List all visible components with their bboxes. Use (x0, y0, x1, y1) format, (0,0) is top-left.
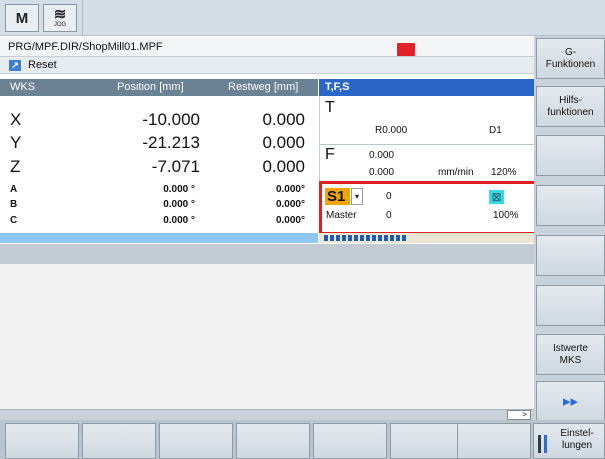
axis-name-a: A (10, 184, 18, 195)
axis-position-c: 0.000 ° (163, 215, 195, 226)
section-divider (0, 244, 534, 264)
axes-header: WKS Position [mm] Restweg [mm] (0, 79, 318, 96)
jog-label: JOG (53, 22, 67, 28)
softkey-horizontal-1[interactable] (5, 423, 79, 459)
feed-actual: 0.000 (369, 167, 395, 178)
softkey-actual-values-mcs[interactable]: Istwerte MKS (536, 334, 605, 375)
softkey-horizontal-6[interactable] (390, 423, 464, 459)
axis-position-z: -7.071 (151, 157, 200, 176)
axis-position-b: 0.000 ° (163, 199, 195, 210)
tfs-header: T,F,S (319, 79, 534, 96)
axis-distance-a: 0.000° (275, 184, 305, 195)
axis-distance-b: 0.000° (275, 199, 305, 210)
channel-status-row (0, 57, 534, 74)
alarm-icon (397, 43, 415, 56)
spindle-stop-icon: ⊠ (489, 190, 504, 204)
axis-name-b: B (10, 199, 18, 210)
work-area (0, 264, 534, 409)
divider (319, 144, 534, 145)
axis-position-x: -10.000 (142, 110, 200, 129)
jog-icon: ≋ (53, 6, 67, 23)
distance-header: Restweg [mm] (228, 81, 299, 93)
softkey-next[interactable]: ▸▸ (536, 381, 605, 422)
softkey-empty-4[interactable] (536, 185, 605, 226)
axis-name-x: X (10, 110, 22, 129)
spindle-load-fill (324, 235, 408, 241)
chevron-down-icon[interactable]: ▾ (351, 188, 363, 205)
coord-system-label: WKS (10, 81, 36, 93)
channel-status: Reset (28, 59, 57, 71)
horizontal-scrollbar[interactable] (0, 409, 534, 420)
axis-name-z: Z (10, 157, 21, 176)
feed-unit: mm/min (438, 167, 474, 178)
softkey-horizontal-2[interactable] (82, 423, 156, 459)
spindle-label: S1 (325, 188, 350, 205)
axis-distance-c: 0.000° (275, 215, 305, 226)
axis-distance-z: 0.000 (262, 157, 305, 176)
mode-bar (0, 0, 605, 36)
jog-mode-button[interactable]: ≋ JOG (43, 4, 77, 32)
softkey-horizontal-4[interactable] (236, 423, 310, 459)
axes-footer-bar (0, 233, 318, 243)
axis-position-y: -21.213 (142, 133, 200, 152)
spindle-value: 0 (386, 191, 392, 202)
axis-name-c: C (10, 215, 18, 226)
settings-icon (538, 435, 547, 453)
feed-override: 120% (491, 167, 517, 178)
tool-radius: R0.000 (375, 125, 408, 136)
tool-offset: D1 (489, 125, 502, 136)
program-path: PRG/MPF.DIR/ShopMill01.MPF (0, 37, 534, 57)
double-arrow-right-icon: ▸▸ (562, 392, 579, 410)
feed-label: F (325, 146, 335, 163)
softkey-empty-5[interactable] (536, 235, 605, 276)
spindle-role-value: 0 (386, 210, 392, 221)
machine-icon: M (15, 9, 29, 27)
reset-icon: ↗ (9, 60, 21, 71)
softkey-settings[interactable]: Einstel- lungen (533, 423, 605, 459)
axis-distance-x: 0.000 (262, 110, 305, 129)
feed-value: 0.000 (369, 150, 395, 161)
softkey-g-functions[interactable]: G- Funktionen (536, 38, 605, 79)
tfs-title: T,F,S (325, 81, 350, 93)
scroll-right-button[interactable]: > (507, 410, 531, 420)
spindle-override: 100% (493, 210, 519, 221)
softkey-horizontal-7[interactable] (457, 423, 531, 459)
softkey-horizontal-5[interactable] (313, 423, 387, 459)
spindle-role: Master (326, 210, 357, 221)
softkey-aux-functions[interactable]: Hilfs- funktionen (536, 86, 605, 127)
settings-label: Einstel- lungen (560, 428, 594, 451)
axis-name-y: Y (10, 133, 22, 152)
machine-mode-button[interactable]: M (5, 4, 39, 32)
tool-label: T (325, 99, 335, 116)
axis-position-a: 0.000 ° (163, 184, 195, 195)
axis-distance-y: 0.000 (262, 133, 305, 152)
position-header: Position [mm] (117, 81, 184, 93)
softkey-empty-6[interactable] (536, 285, 605, 326)
softkey-horizontal-3[interactable] (159, 423, 233, 459)
softkey-empty-3[interactable] (536, 135, 605, 176)
divider (82, 0, 83, 36)
